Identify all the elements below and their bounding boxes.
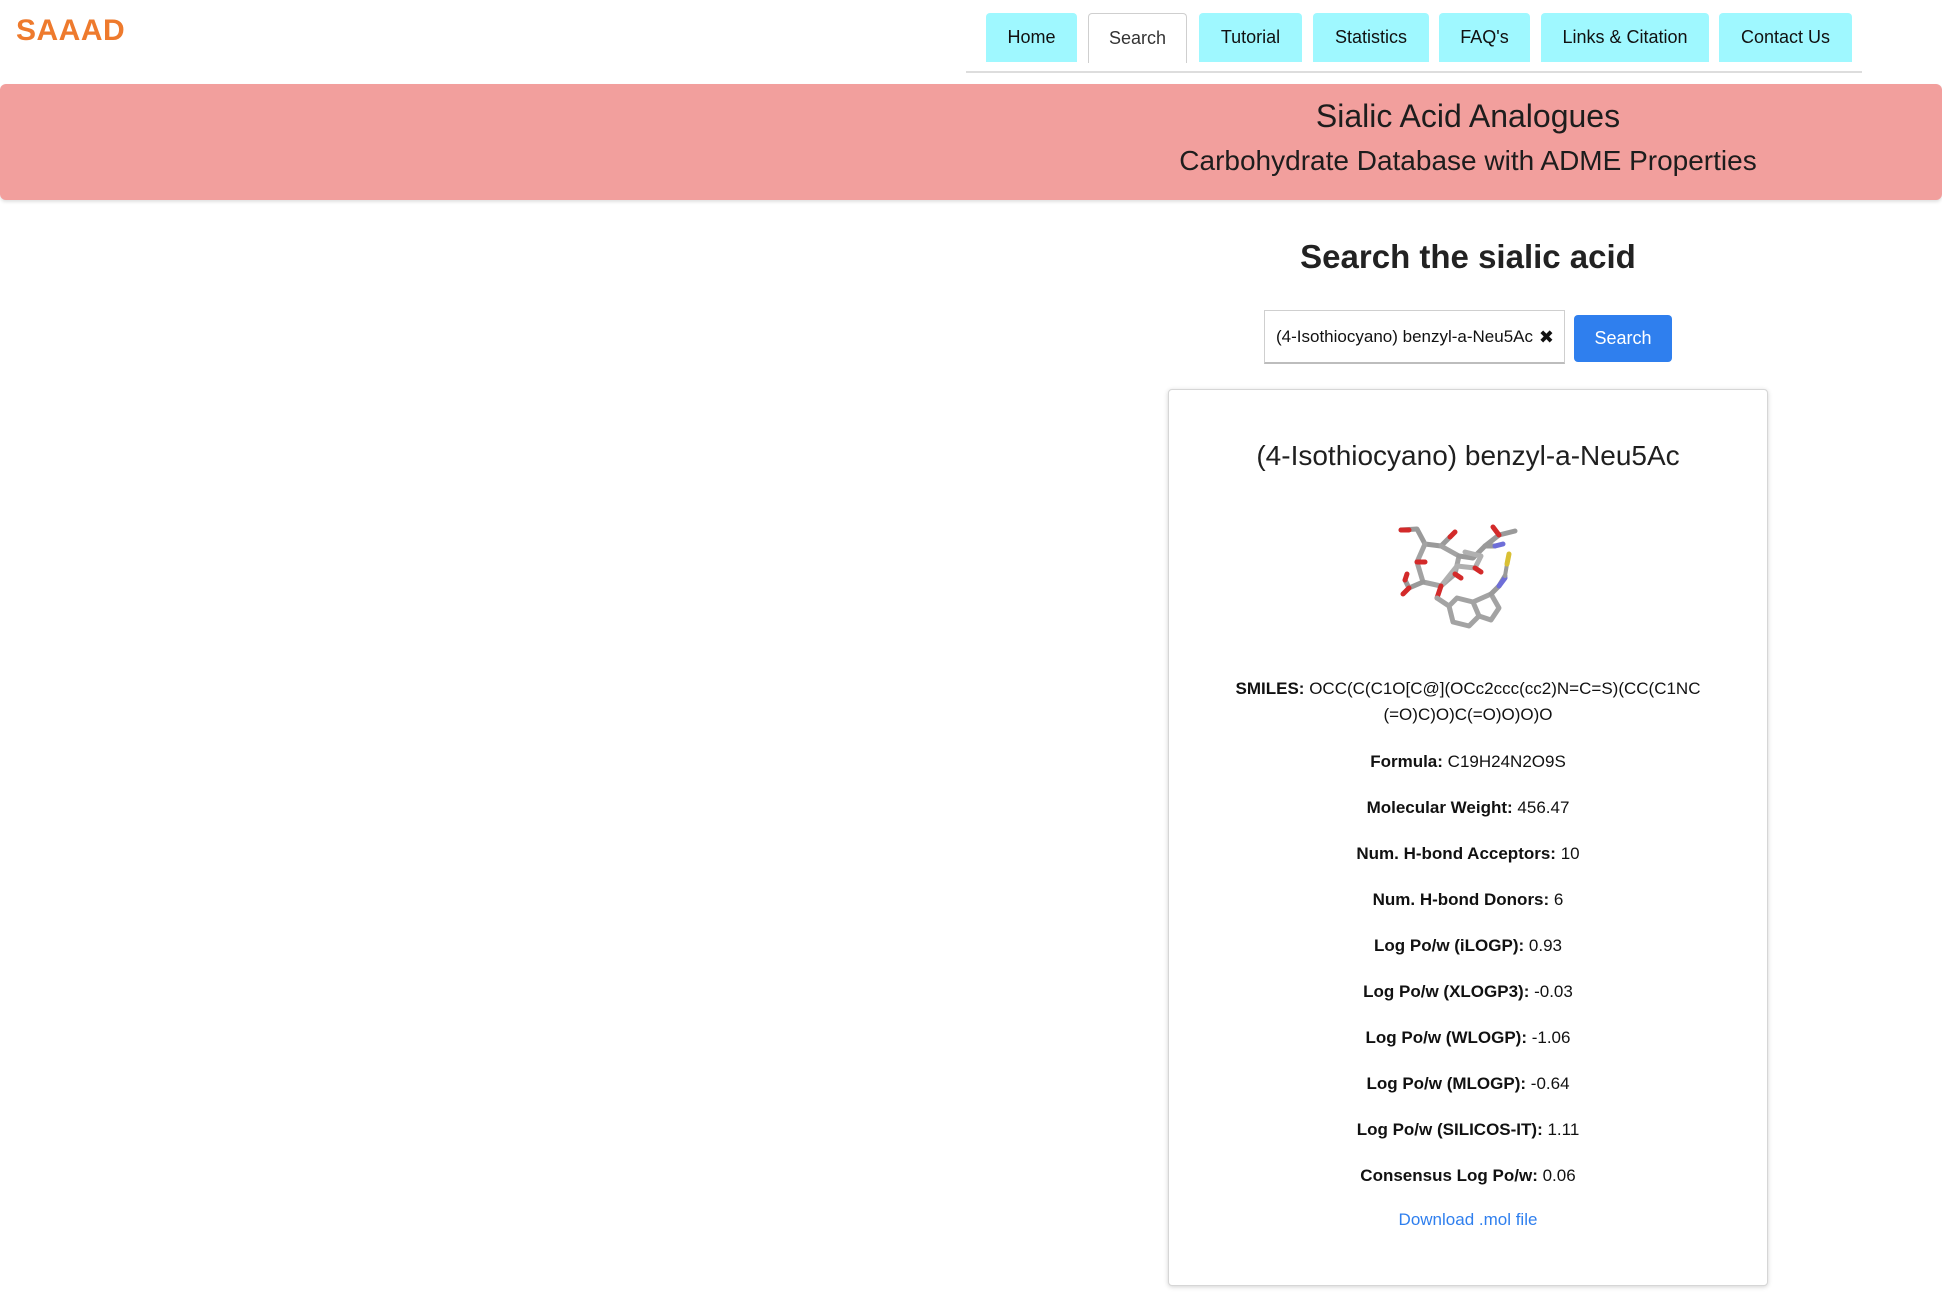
property-value: -1.06 — [1531, 1028, 1571, 1047]
property-xlogp3: Log Po/w (XLOGP3): -0.03 — [1169, 979, 1767, 1005]
property-label: Consensus Log Po/w: — [1360, 1166, 1538, 1185]
tab-home[interactable]: Home — [986, 13, 1077, 62]
property-wlogp: Log Po/w (WLOGP): -1.06 — [1169, 1025, 1767, 1051]
tab-search[interactable]: Search — [1088, 13, 1187, 63]
banner-title: Sialic Acid Analogues — [1315, 98, 1621, 134]
tab-statistics[interactable]: Statistics — [1313, 13, 1429, 62]
property-ilogp: Log Po/w (iLOGP): 0.93 — [1169, 933, 1767, 959]
search-field: ✖ — [1264, 310, 1565, 364]
property-value: -0.03 — [1534, 982, 1573, 1001]
property-label: Num. H-bond Donors: — [1372, 890, 1550, 909]
property-value: C19H24N2O9S — [1447, 752, 1566, 771]
close-icon[interactable]: ✖ — [1539, 325, 1554, 349]
property-label: SMILES: — [1235, 679, 1305, 698]
property-value: 456.47 — [1517, 798, 1570, 817]
property-label: Log Po/w (WLOGP): — [1365, 1028, 1527, 1047]
result-card: (4-Isothiocyano) benzyl-a-Neu5Ac SMILES:… — [1168, 389, 1768, 1286]
property-label: Log Po/w (MLOGP): — [1366, 1074, 1527, 1093]
header-banner: Sialic Acid Analogues Carbohydrate Datab… — [0, 84, 1942, 200]
main-nav: Home Search Tutorial Statistics FAQ's Li… — [966, 13, 1862, 73]
tab-contact-us[interactable]: Contact Us — [1719, 13, 1852, 62]
property-consensus-logp: Consensus Log Po/w: 0.06 — [1169, 1163, 1767, 1189]
property-hbond-acceptors: Num. H-bond Acceptors: 10 — [1169, 841, 1767, 867]
molecule-structure-image — [1398, 524, 1518, 629]
property-silicos-it: Log Po/w (SILICOS-IT): 1.11 — [1169, 1117, 1767, 1143]
property-mlogp: Log Po/w (MLOGP): -0.64 — [1169, 1071, 1767, 1097]
property-value: OCC(C(C1O[C@](OCc2ccc(cc2)N=C=S)(CC(C1NC… — [1309, 679, 1701, 724]
property-formula: Formula: C19H24N2O9S — [1169, 749, 1767, 775]
site-logo[interactable]: SAAAD — [16, 14, 125, 48]
search-heading: Search the sialic acid — [1300, 238, 1636, 275]
tab-faqs[interactable]: FAQ's — [1439, 13, 1530, 62]
property-label: Formula: — [1370, 752, 1443, 771]
property-value: 1.11 — [1547, 1120, 1580, 1139]
property-value: 10 — [1560, 844, 1580, 863]
compound-name: (4-Isothiocyano) benzyl-a-Neu5Ac — [1256, 440, 1680, 471]
property-molecular-weight: Molecular Weight: 456.47 — [1169, 795, 1767, 821]
property-value: 6 — [1553, 890, 1564, 909]
property-value: 0.06 — [1542, 1166, 1576, 1185]
tab-tutorial[interactable]: Tutorial — [1199, 13, 1302, 62]
property-label: Log Po/w (iLOGP): — [1374, 936, 1525, 955]
property-label: Molecular Weight: — [1366, 798, 1513, 817]
tab-links-citation[interactable]: Links & Citation — [1541, 13, 1709, 62]
download-mol-link[interactable]: Download .mol file — [1169, 1210, 1767, 1230]
property-value: 0.93 — [1528, 936, 1562, 955]
property-smiles: SMILES: OCC(C(C1O[C@](OCc2ccc(cc2)N=C=S)… — [1169, 676, 1767, 728]
search-input[interactable] — [1265, 315, 1544, 358]
property-label: Num. H-bond Acceptors: — [1356, 844, 1556, 863]
property-hbond-donors: Num. H-bond Donors: 6 — [1169, 887, 1767, 913]
search-button[interactable]: Search — [1574, 315, 1672, 362]
property-value: -0.64 — [1530, 1074, 1570, 1093]
property-label: Log Po/w (XLOGP3): — [1363, 982, 1530, 1001]
banner-subtitle: Carbohydrate Database with ADME Properti… — [1179, 145, 1757, 176]
property-label: Log Po/w (SILICOS-IT): — [1356, 1120, 1543, 1139]
